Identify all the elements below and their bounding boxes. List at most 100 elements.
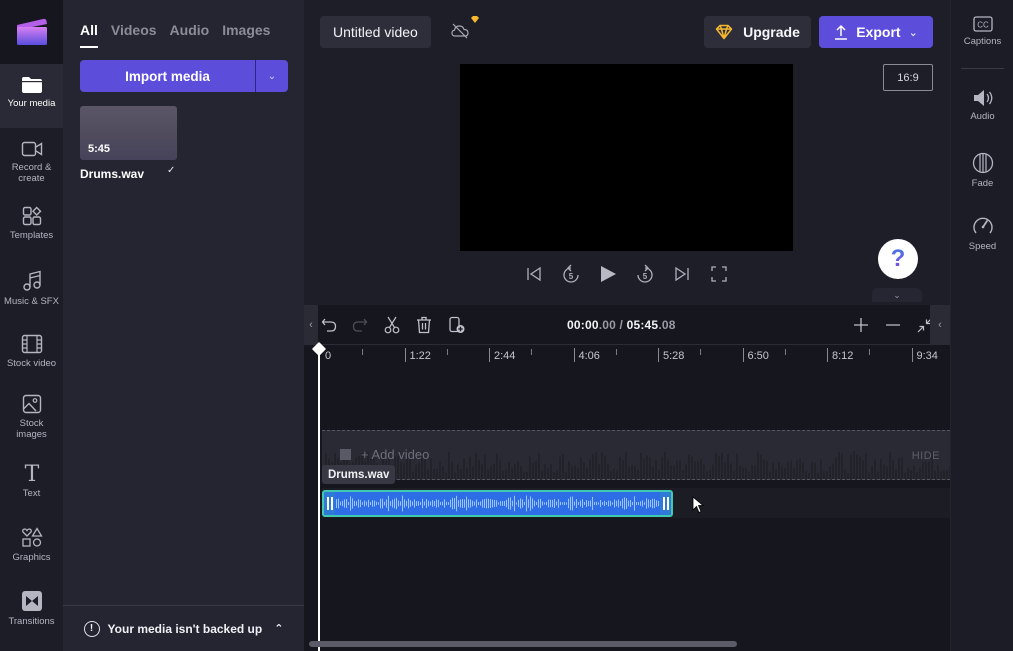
- nav-graphics[interactable]: Graphics: [0, 514, 63, 578]
- waveform-bar: [498, 502, 499, 505]
- bg-waveform-bar: [451, 461, 453, 479]
- clip-trim-handle-right[interactable]: [660, 492, 671, 515]
- import-options-dropdown[interactable]: ⌄: [256, 60, 288, 92]
- help-button[interactable]: ?: [878, 239, 918, 279]
- transition-icon: [21, 591, 42, 611]
- duplicate-add-icon: [449, 316, 465, 333]
- prop-label: Captions: [963, 36, 1002, 47]
- nav-label: Text: [22, 488, 41, 499]
- skip-to-end-icon[interactable]: [672, 263, 691, 285]
- skip-to-start-icon[interactable]: [524, 263, 543, 285]
- bg-waveform-bar: [865, 452, 867, 479]
- bg-waveform-bar: [496, 453, 498, 479]
- export-button[interactable]: Export ⌄: [819, 16, 933, 48]
- waveform-bar: [594, 501, 595, 506]
- waveform-bar: [584, 502, 585, 505]
- add-video-placeholder[interactable]: + Add video: [340, 447, 429, 462]
- playhead[interactable]: [318, 346, 320, 651]
- clip-trim-handle-left[interactable]: [324, 492, 335, 515]
- split-button[interactable]: [381, 315, 403, 335]
- expand-left-panel-button[interactable]: ‹: [304, 305, 318, 345]
- waveform-bar: [604, 500, 605, 507]
- bg-waveform-bar: [784, 467, 786, 479]
- delete-button[interactable]: [413, 315, 435, 335]
- add-to-timeline-button[interactable]: [446, 315, 468, 335]
- expand-right-panel-button[interactable]: ‹: [930, 305, 950, 345]
- fullscreen-icon[interactable]: [709, 263, 728, 285]
- bg-waveform-bar: [655, 460, 657, 479]
- total-time-frac: .08: [658, 318, 676, 332]
- hide-button[interactable]: HIDE: [912, 450, 940, 462]
- forward-5-icon[interactable]: 5: [635, 263, 654, 285]
- app-logo[interactable]: [0, 0, 63, 64]
- nav-music-sfx[interactable]: Music & SFX: [0, 258, 63, 322]
- nav-label: Stock video: [6, 358, 57, 369]
- collapse-preview-button[interactable]: ⌄: [872, 288, 922, 302]
- clapperboard-logo-icon: [16, 18, 47, 45]
- waveform-bar: [518, 499, 519, 508]
- import-media-button[interactable]: Import media: [80, 60, 256, 92]
- waveform-bar: [618, 499, 619, 508]
- tab-videos[interactable]: Videos: [111, 22, 157, 48]
- timeline-horizontal-scrollbar[interactable]: [309, 641, 737, 647]
- prop-audio[interactable]: Audio: [951, 89, 1013, 122]
- bg-waveform-bar: [799, 458, 801, 479]
- tab-images[interactable]: Images: [222, 22, 270, 48]
- backup-notice[interactable]: ! Your media isn't backed up ⌃: [63, 605, 304, 651]
- bg-waveform-bar: [808, 472, 810, 479]
- waveform-bar: [378, 502, 379, 505]
- bg-waveform-bar: [589, 459, 591, 479]
- bg-waveform-bar: [919, 467, 921, 479]
- nav-stock-images[interactable]: Stock images: [0, 382, 63, 446]
- waveform-bar: [482, 499, 483, 508]
- aspect-ratio-button[interactable]: 16:9: [883, 64, 933, 91]
- waveform-bar: [442, 501, 443, 506]
- waveform-bar: [362, 502, 363, 505]
- nav-stock-video[interactable]: Stock video: [0, 322, 63, 386]
- tab-all[interactable]: All: [80, 22, 98, 48]
- ruler-major-tick: [911, 348, 913, 362]
- tab-audio[interactable]: Audio: [170, 22, 210, 48]
- bg-waveform-bar: [751, 465, 753, 479]
- cloud-off-icon[interactable]: [451, 23, 469, 39]
- video-placeholder-icon: [340, 449, 351, 460]
- video-preview: [460, 64, 793, 251]
- waveform-bar: [346, 498, 347, 509]
- waveform-bar: [464, 499, 465, 508]
- waveform-bar: [454, 497, 455, 510]
- nav-text[interactable]: T Text: [0, 450, 63, 514]
- waveform-bar: [432, 500, 433, 507]
- zoom-in-button[interactable]: [850, 315, 872, 335]
- bg-waveform-bar: [610, 471, 612, 479]
- audio-clip[interactable]: [322, 490, 673, 517]
- prop-fade[interactable]: Fade: [951, 152, 1013, 189]
- nav-label: Your media: [7, 98, 56, 109]
- bg-waveform-bar: [478, 459, 480, 479]
- waveform-bar: [546, 501, 547, 506]
- waveform-bar: [488, 498, 489, 509]
- nav-label: Templates: [9, 230, 54, 241]
- nav-templates[interactable]: Templates: [0, 194, 63, 258]
- prop-captions[interactable]: CC Captions: [951, 16, 1013, 47]
- media-item-thumbnail[interactable]: 5:45: [80, 106, 177, 160]
- bg-waveform-bar: [724, 463, 726, 479]
- project-title-button[interactable]: Untitled video: [320, 16, 431, 48]
- play-icon[interactable]: [598, 263, 617, 285]
- bg-waveform-bar: [712, 464, 714, 479]
- timeline-toolbar: ‹ 00:00.00 / 05:45.08 ‹: [304, 305, 950, 345]
- bg-waveform-bar: [811, 462, 813, 479]
- bg-waveform-bar: [685, 464, 687, 479]
- rewind-5-icon[interactable]: 5: [561, 263, 580, 285]
- upgrade-button[interactable]: Upgrade: [704, 16, 811, 48]
- prop-speed[interactable]: Speed: [951, 215, 1013, 252]
- redo-button[interactable]: [349, 315, 371, 335]
- nav-transitions[interactable]: Transitions: [0, 578, 63, 642]
- nav-your-media[interactable]: Your media: [0, 64, 63, 128]
- video-track-dropzone[interactable]: + Add video HIDE: [322, 430, 950, 480]
- waveform-bar: [390, 501, 391, 506]
- zoom-out-button[interactable]: [882, 315, 904, 335]
- undo-button[interactable]: [318, 315, 340, 335]
- timeline-ruler[interactable]: 0 1:22 2:44 4:06 5:28 6:50 8:12 9:34: [304, 346, 955, 370]
- nav-record-create[interactable]: Record & create: [0, 128, 63, 192]
- bg-waveform-bar: [466, 467, 468, 479]
